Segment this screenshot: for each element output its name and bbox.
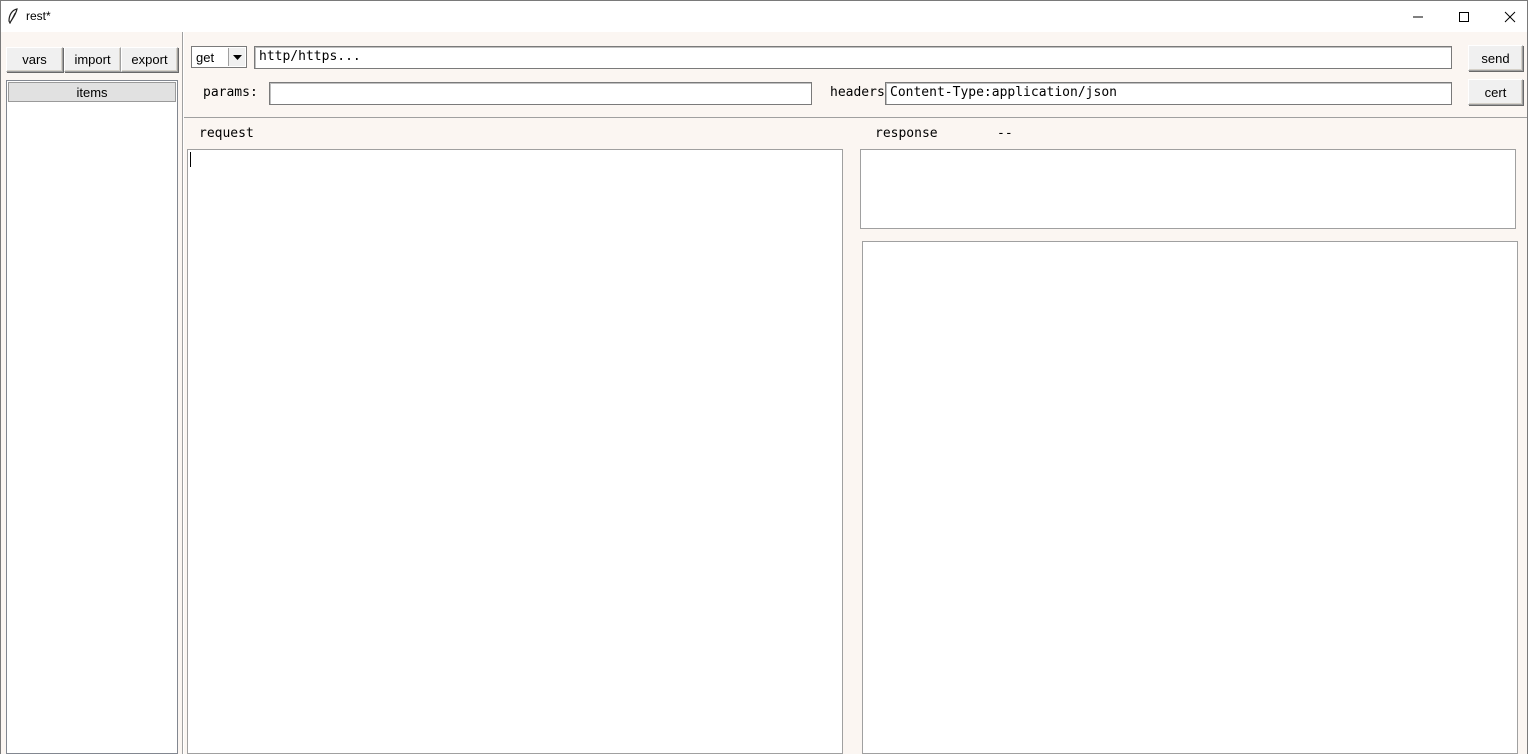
- vars-button[interactable]: vars: [6, 47, 63, 72]
- url-input[interactable]: http/https...: [254, 46, 1452, 69]
- text-caret: [190, 152, 191, 167]
- left-panel: vars import export items: [1, 32, 183, 754]
- close-button[interactable]: [1487, 1, 1528, 32]
- close-icon: [1504, 11, 1516, 22]
- method-value: get: [196, 50, 215, 65]
- response-status: --: [997, 126, 1013, 141]
- vertical-separator[interactable]: [182, 32, 184, 754]
- cert-button[interactable]: cert: [1468, 79, 1523, 105]
- minimize-button[interactable]: [1395, 1, 1441, 32]
- send-button[interactable]: send: [1468, 45, 1523, 71]
- request-label: request: [199, 126, 254, 141]
- response-label: response: [875, 126, 938, 141]
- items-list[interactable]: items: [6, 80, 178, 754]
- feather-icon: [8, 8, 18, 24]
- window-title: rest*: [26, 9, 51, 23]
- headers-input[interactable]: Content-Type:application/json: [885, 82, 1452, 105]
- response-headers-textarea[interactable]: [860, 149, 1516, 229]
- dropdown-arrow-icon[interactable]: [228, 48, 245, 66]
- maximize-button[interactable]: [1441, 1, 1487, 32]
- minimize-icon: [1413, 16, 1423, 17]
- client-area: vars import export items get http/https.…: [1, 32, 1527, 754]
- title-bar: rest*: [1, 1, 1527, 32]
- horizontal-separator: [184, 117, 1527, 118]
- items-list-header[interactable]: items: [8, 82, 176, 102]
- import-button[interactable]: import: [64, 47, 121, 72]
- method-select[interactable]: get: [191, 46, 247, 68]
- headers-label: headers: [830, 85, 885, 100]
- params-label: params:: [203, 85, 258, 100]
- maximize-icon: [1459, 11, 1469, 22]
- response-body-textarea[interactable]: [862, 241, 1518, 754]
- request-body-textarea[interactable]: [187, 149, 843, 754]
- export-button[interactable]: export: [121, 47, 178, 72]
- params-input[interactable]: [269, 82, 812, 105]
